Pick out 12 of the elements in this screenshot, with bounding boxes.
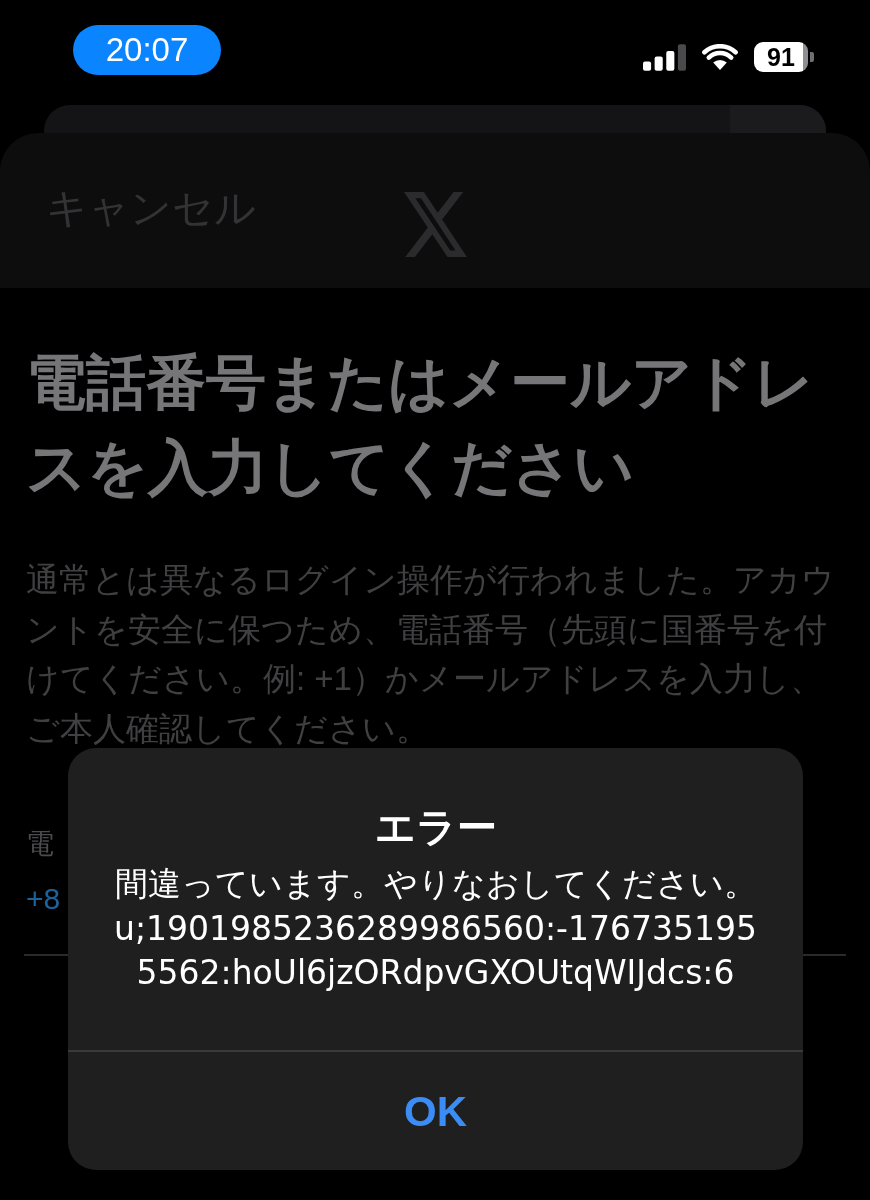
description-text: 通常とは異なるログイン操作が行われました。アカウントを安全に保つため、電話番号（先頭に国番号を付けてください。例: +1）かメールアドレスを入力し、ご本人確認してください。: [26, 560, 836, 749]
field-label: 電: [26, 827, 54, 861]
page-title: 電話番号またはメールアドレスを入力してください: [26, 348, 815, 503]
alert-message: 間違っています。やりなおしてください。 u;1901985236289986560:-1767351955562:hoUl6jzORdpvGXOUtqWIJdcs:6: [113, 863, 758, 994]
ok-button[interactable]: OK: [68, 1050, 803, 1170]
logo-icon: [403, 192, 467, 257]
wifi-icon: [702, 43, 738, 71]
status-time: 20:07: [73, 25, 221, 75]
signal-strength-icon: [643, 43, 686, 71]
alert-title: エラー: [374, 804, 497, 851]
battery-indicator: 91: [754, 42, 814, 72]
phone-input-value[interactable]: +8: [26, 879, 61, 919]
